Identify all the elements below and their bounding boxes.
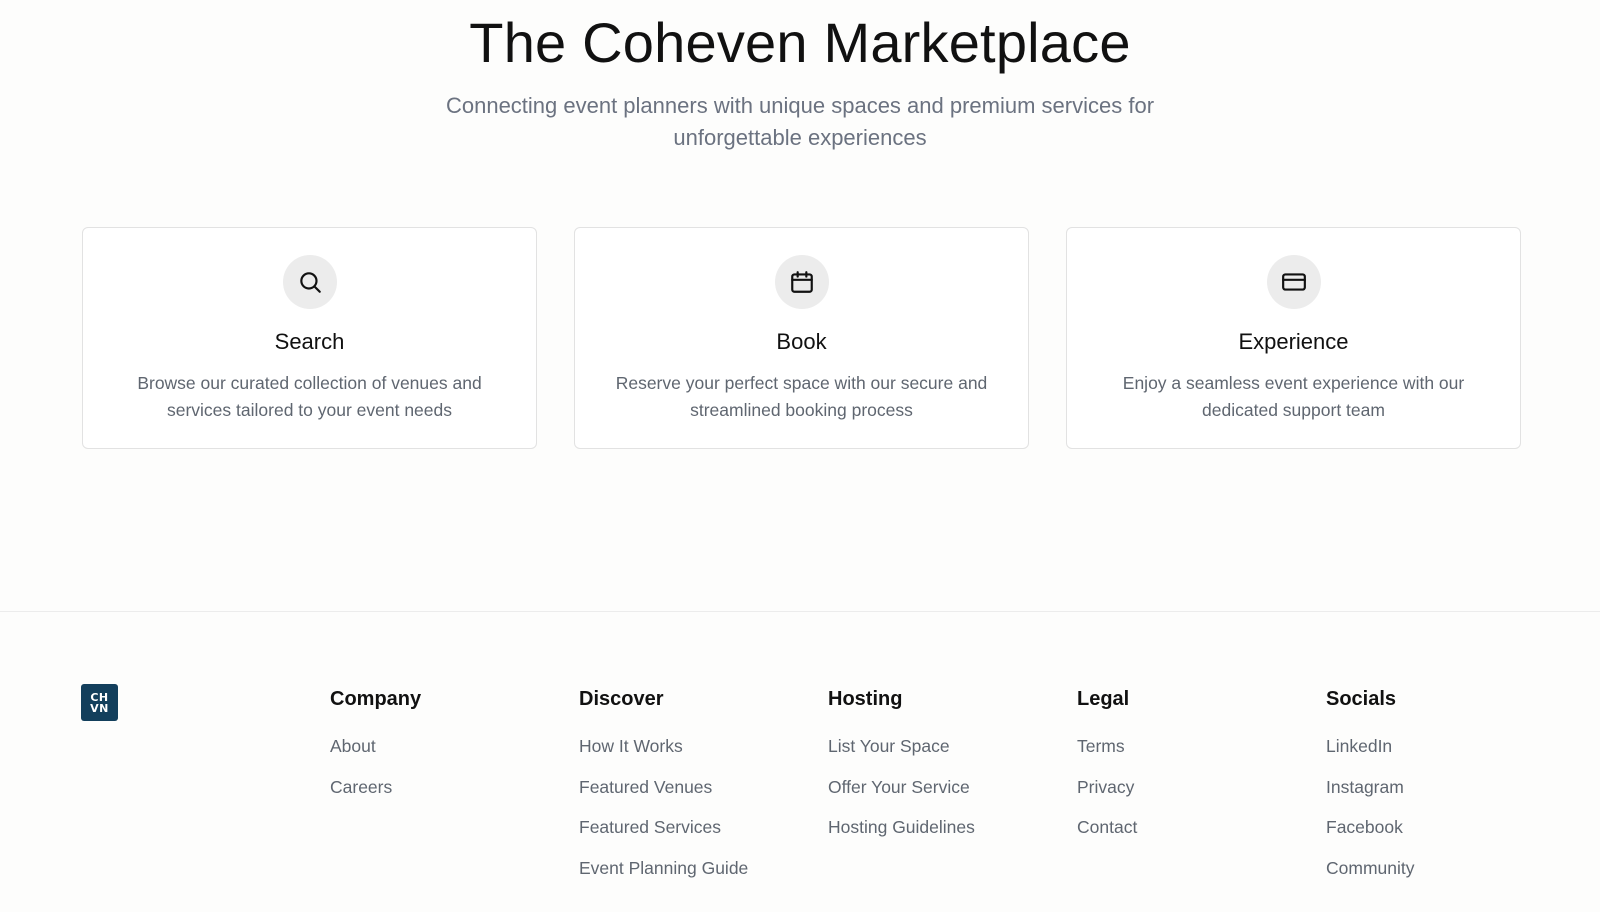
page-subtitle: Connecting event planners with unique sp…	[445, 93, 1155, 150]
footer-link-privacy[interactable]: Privacy	[1077, 776, 1137, 817]
footer-column-title: Discover	[579, 688, 664, 710]
footer-column-legal: Legal Terms Privacy Contact	[1077, 688, 1137, 857]
feature-card-book: Book Reserve your perfect space with our…	[574, 227, 1029, 449]
footer-link-featured-venues[interactable]: Featured Venues	[579, 776, 748, 817]
footer-column-title: Hosting	[828, 688, 903, 710]
logo-text-top: CH	[90, 690, 109, 704]
calendar-icon	[774, 255, 829, 309]
footer-column-company: Company About Careers	[330, 688, 421, 816]
footer-link-careers[interactable]: Careers	[330, 776, 421, 817]
footer-column-title: Company	[330, 688, 422, 710]
feature-card-search: Search Browse our curated collection of …	[82, 227, 537, 449]
footer-link-how-it-works[interactable]: How It Works	[579, 735, 748, 776]
footer-link-hosting-guidelines[interactable]: Hosting Guidelines	[828, 816, 975, 857]
footer-link-about[interactable]: About	[330, 735, 421, 776]
footer-column-title: Legal	[1077, 688, 1130, 710]
footer-link-list-your-space[interactable]: List Your Space	[828, 735, 975, 776]
feature-description: Reserve your perfect space with our secu…	[615, 373, 988, 420]
footer-link-featured-services[interactable]: Featured Services	[579, 816, 748, 857]
feature-title: Experience	[1238, 329, 1349, 354]
footer-link-instagram[interactable]: Instagram	[1326, 776, 1415, 817]
footer-link-terms[interactable]: Terms	[1077, 735, 1137, 776]
brand-logo[interactable]: CH VN	[81, 684, 118, 721]
footer-column-socials: Socials LinkedIn Instagram Facebook Comm…	[1326, 688, 1415, 897]
logo-text-bottom: VN	[90, 701, 109, 715]
footer-column-hosting: Hosting List Your Space Offer Your Servi…	[828, 688, 975, 857]
footer-divider	[0, 611, 1600, 612]
footer-link-community[interactable]: Community	[1326, 857, 1415, 898]
footer-link-contact[interactable]: Contact	[1077, 816, 1137, 857]
credit-card-icon	[1266, 255, 1321, 309]
footer-column-discover: Discover How It Works Featured Venues Fe…	[579, 688, 748, 897]
footer-link-linkedin[interactable]: LinkedIn	[1326, 735, 1415, 776]
footer-link-facebook[interactable]: Facebook	[1326, 816, 1415, 857]
feature-description: Enjoy a seamless event experience with o…	[1122, 373, 1465, 420]
feature-title: Book	[776, 329, 827, 354]
footer-link-offer-your-service[interactable]: Offer Your Service	[828, 776, 975, 817]
page-title: The Coheven Marketplace	[469, 11, 1131, 74]
search-icon	[282, 255, 337, 309]
feature-card-experience: Experience Enjoy a seamless event experi…	[1066, 227, 1521, 449]
footer-column-title: Socials	[1326, 688, 1397, 710]
footer-link-event-planning-guide[interactable]: Event Planning Guide	[579, 857, 748, 898]
feature-description: Browse our curated collection of venues …	[137, 373, 482, 420]
feature-title: Search	[274, 329, 345, 354]
